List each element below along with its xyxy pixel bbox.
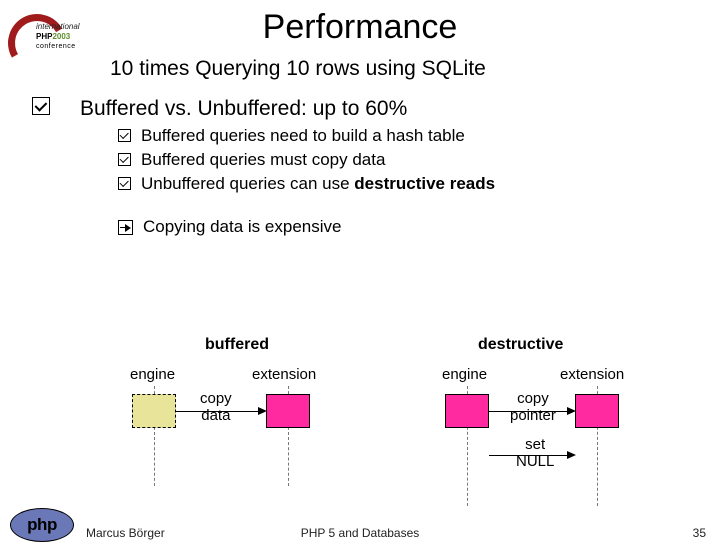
slide-title: Performance [0, 8, 720, 47]
sub-bullet: Buffered queries must copy data [118, 149, 720, 171]
label-engine: engine [130, 366, 175, 383]
diagram-area: buffered destructive engine extension en… [0, 336, 720, 496]
slide-subtitle: 10 times Querying 10 rows using SQLite [110, 57, 720, 81]
conference-logo: international PHP2003 conference [8, 14, 98, 74]
checkbox-icon [118, 177, 131, 190]
extension-box [575, 394, 619, 428]
label-extension: extension [560, 366, 624, 383]
main-bullet-text: Buffered vs. Unbuffered: up to 60% [80, 97, 407, 121]
label-engine: engine [442, 366, 487, 383]
label-copy-data: copy data [200, 390, 232, 424]
sub-bullet-text: Unbuffered queries can use destructive r… [141, 173, 495, 195]
logo-text: international PHP2003 conference [36, 22, 80, 52]
label-set-null: set NULL [516, 436, 554, 470]
engine-dashed-box [132, 394, 176, 428]
sub-bullet-list: Buffered queries need to build a hash ta… [118, 125, 720, 195]
arrow-box-icon [118, 220, 133, 235]
engine-box [445, 394, 489, 428]
diagram-heading-destructive: destructive [478, 336, 563, 354]
sub-bullet-text: Buffered queries must copy data [141, 149, 385, 171]
conclusion-bullet: Copying data is expensive [118, 217, 720, 237]
logo-line2: PHP2003 [36, 32, 80, 42]
footer-page-number: 35 [693, 526, 706, 540]
footer-title: PHP 5 and Databases [0, 526, 720, 540]
logo-line3: conference [36, 42, 80, 52]
conclusion-text: Copying data is expensive [143, 217, 341, 237]
sub-bullet-text: Buffered queries need to build a hash ta… [141, 125, 465, 147]
sub-bullet: Buffered queries need to build a hash ta… [118, 125, 720, 147]
diagram-heading-buffered: buffered [205, 336, 269, 354]
label-extension: extension [252, 366, 316, 383]
logo-line1: international [36, 22, 80, 32]
checkbox-icon [118, 153, 131, 166]
extension-box [266, 394, 310, 428]
main-bullet: Buffered vs. Unbuffered: up to 60% [32, 97, 720, 121]
checkbox-icon [32, 97, 50, 115]
label-copy-pointer: copy pointer [510, 390, 556, 424]
checkbox-icon [118, 129, 131, 142]
sub-bullet: Unbuffered queries can use destructive r… [118, 173, 720, 195]
